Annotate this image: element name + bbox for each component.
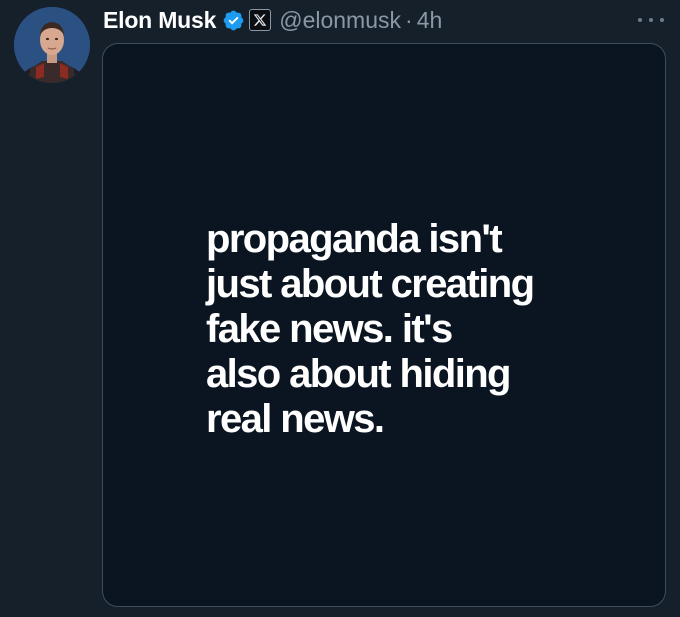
quote-line: fake news. it's bbox=[206, 307, 453, 351]
timestamp[interactable]: 4h bbox=[417, 7, 443, 34]
author-handle[interactable]: @elonmusk bbox=[279, 7, 401, 34]
image-quote-text: propaganda isn't just about creating fak… bbox=[206, 217, 626, 442]
more-dot bbox=[638, 18, 642, 22]
author-name[interactable]: Elon Musk bbox=[103, 7, 216, 34]
tweet-header: Elon Musk @elonmusk · 4h bbox=[103, 2, 442, 38]
more-options-icon[interactable] bbox=[638, 10, 664, 30]
separator-dot: · bbox=[405, 6, 413, 33]
quote-line: propaganda isn't bbox=[206, 217, 503, 261]
avatar-image bbox=[14, 7, 90, 83]
more-dot bbox=[660, 18, 664, 22]
post-media-image[interactable]: propaganda isn't just about creating fak… bbox=[102, 43, 666, 607]
verified-badge-icon[interactable] bbox=[222, 9, 245, 32]
x-logo-icon[interactable] bbox=[249, 9, 272, 31]
quote-line: just about creating bbox=[206, 262, 535, 306]
avatar[interactable] bbox=[14, 7, 90, 83]
quote-line: also about hiding bbox=[206, 352, 512, 396]
more-dot bbox=[649, 18, 653, 22]
quote-line: real news. bbox=[206, 397, 385, 441]
